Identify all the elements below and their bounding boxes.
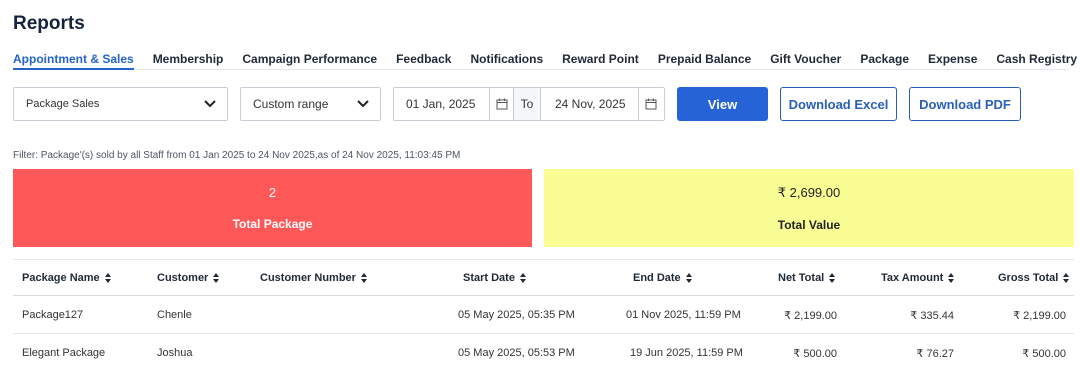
header-start-date[interactable]: Start Date: [463, 272, 527, 284]
cell-end-date: 19 Jun 2025, 11:59 PM: [630, 347, 743, 359]
header-label: Tax Amount: [881, 272, 944, 284]
total-value-label: Total Value: [777, 217, 841, 232]
chevron-down-icon: [356, 97, 370, 111]
calendar-icon[interactable]: [489, 88, 513, 120]
view-button[interactable]: View: [677, 87, 768, 121]
header-label: Gross Total: [998, 272, 1059, 284]
sort-icon: [829, 273, 836, 283]
header-customer-number[interactable]: Customer Number: [260, 272, 368, 284]
cell-gross-total: ₹ 2,199.00: [1013, 310, 1066, 322]
tab-notifications[interactable]: Notifications: [470, 52, 543, 70]
date-range-select[interactable]: Custom range: [240, 87, 381, 121]
chevron-down-icon: [203, 97, 217, 111]
header-net-total[interactable]: Net Total: [778, 272, 836, 284]
header-package-name[interactable]: Package Name: [22, 272, 112, 284]
tab-appointment-sales[interactable]: Appointment & Sales: [13, 52, 134, 70]
cell-end-date: 01 Nov 2025, 11:59 PM: [626, 309, 741, 321]
cell-net-total: ₹ 500.00: [793, 348, 837, 360]
cell-customer: Chenle: [157, 309, 192, 321]
report-type-select[interactable]: Package Sales: [13, 87, 228, 121]
tab-expense[interactable]: Expense: [928, 52, 977, 70]
download-pdf-button[interactable]: Download PDF: [909, 87, 1021, 121]
tab-campaign-performance[interactable]: Campaign Performance: [242, 52, 377, 70]
from-date-input[interactable]: 01 Jan, 2025: [394, 88, 489, 120]
header-tax-amount[interactable]: Tax Amount: [881, 272, 955, 284]
total-package-label: Total Package: [232, 217, 313, 231]
sort-icon: [104, 273, 112, 283]
header-label: Package Name: [22, 272, 100, 284]
cell-tax-amount: ₹ 76.27: [916, 348, 954, 360]
tab-membership[interactable]: Membership: [153, 52, 224, 70]
report-type-value: Package Sales: [26, 98, 100, 110]
total-package-card: 2 Total Package: [13, 169, 532, 247]
tab-gift-voucher[interactable]: Gift Voucher: [770, 52, 841, 70]
tab-reward-point[interactable]: Reward Point: [562, 52, 639, 70]
header-label: Customer Number: [260, 272, 356, 284]
cell-package-name: Elegant Package: [22, 347, 106, 359]
date-range-value: Custom range: [253, 97, 329, 111]
download-excel-button[interactable]: Download Excel: [780, 87, 897, 121]
cell-gross-total: ₹ 500.00: [1022, 348, 1066, 360]
sort-icon: [1063, 273, 1070, 283]
total-value-card: ₹ 2,699.00 Total Value: [544, 169, 1074, 247]
cell-package-name: Package127: [22, 309, 84, 321]
cell-customer: Joshua: [157, 347, 193, 359]
sort-icon: [685, 273, 693, 283]
header-customer[interactable]: Customer: [157, 272, 220, 284]
to-label: To: [513, 88, 541, 120]
header-label: End Date: [633, 272, 681, 284]
header-gross-total[interactable]: Gross Total: [998, 272, 1070, 284]
date-range-inputs: 01 Jan, 2025 To 24 Nov, 2025: [393, 87, 665, 121]
sort-icon: [948, 273, 955, 283]
calendar-icon[interactable]: [638, 88, 662, 120]
table-top-border: [13, 259, 1074, 260]
filter-description: Filter: Package'(s) sold by all Staff fr…: [13, 150, 461, 161]
header-label: Start Date: [463, 272, 515, 284]
sort-icon: [519, 273, 527, 283]
header-end-date[interactable]: End Date: [633, 272, 693, 284]
tab-cash-registry[interactable]: Cash Registry: [996, 52, 1077, 70]
total-value-value: ₹ 2,699.00: [777, 184, 841, 200]
cell-net-total: ₹ 2,199.00: [784, 310, 837, 322]
tab-feedback[interactable]: Feedback: [396, 52, 451, 70]
cell-start-date: 05 May 2025, 05:35 PM: [458, 309, 575, 321]
header-label: Net Total: [778, 272, 825, 284]
tab-prepaid-balance[interactable]: Prepaid Balance: [658, 52, 751, 70]
sort-icon: [213, 273, 220, 283]
report-tabs: Appointment & Sales Membership Campaign …: [13, 52, 1077, 70]
header-label: Customer: [157, 272, 209, 284]
page-title: Reports: [13, 13, 85, 34]
row-divider: [13, 333, 1074, 334]
tab-package[interactable]: Package: [860, 52, 909, 70]
total-package-value: 2: [268, 185, 277, 200]
cell-start-date: 05 May 2025, 05:53 PM: [458, 347, 575, 359]
to-date-input[interactable]: 24 Nov, 2025: [541, 88, 638, 120]
sort-icon: [360, 273, 368, 283]
header-divider: [13, 295, 1074, 296]
cell-tax-amount: ₹ 335.44: [910, 310, 954, 322]
